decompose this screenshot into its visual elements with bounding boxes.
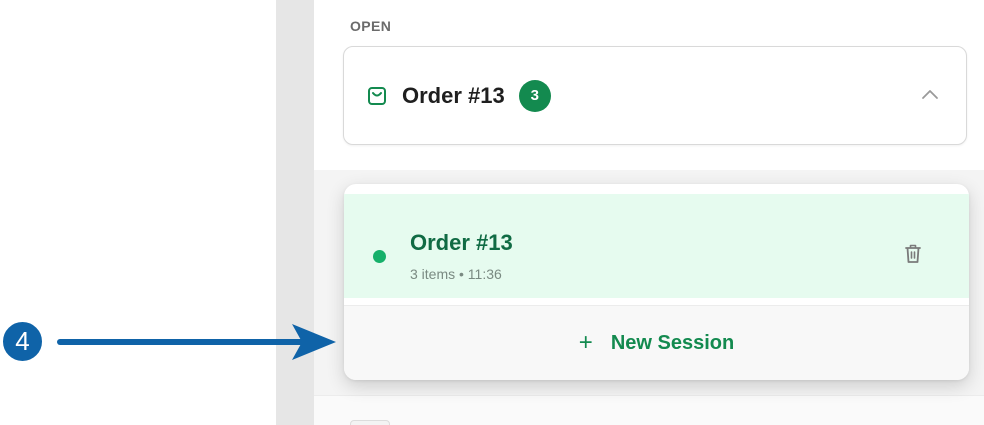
- session-item[interactable]: Order #13 3 items • 11:36: [344, 194, 969, 298]
- section-label: OPEN: [350, 18, 392, 34]
- item-count-badge: 3: [518, 79, 551, 112]
- order-group-header[interactable]: Order #13 3: [343, 46, 967, 145]
- callout-number-badge: 4: [0, 319, 45, 364]
- status-dot-icon: [373, 250, 386, 263]
- order-title: Order #13: [402, 82, 505, 108]
- chevron-up-icon[interactable]: [920, 87, 940, 103]
- session-dropdown: Order #13 3 items • 11:36 + New Session: [344, 184, 969, 380]
- next-row-icon: [350, 420, 390, 425]
- plus-icon: +: [578, 329, 593, 356]
- session-title: Order #13: [410, 230, 513, 255]
- trash-icon[interactable]: [903, 242, 923, 266]
- new-session-button[interactable]: + New Session: [344, 306, 969, 380]
- next-row-strip: [314, 395, 984, 425]
- panel-header-area: OPEN Order #13 3: [314, 0, 984, 170]
- new-session-label: New Session: [610, 331, 735, 354]
- shopping-bag-icon: [366, 85, 388, 107]
- arrow-right-icon: [57, 324, 336, 360]
- screenshot-stage: OPEN Order #13 3 Order #13 3 items • 11:…: [0, 0, 984, 425]
- orders-panel: OPEN Order #13 3 Order #13 3 items • 11:…: [314, 0, 984, 425]
- session-meta: 3 items • 11:36: [410, 266, 502, 282]
